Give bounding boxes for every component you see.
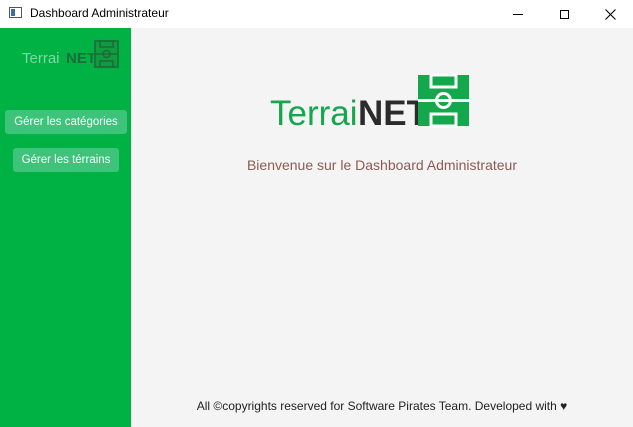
- sidebar-item-terrains[interactable]: Gérer les térrains: [13, 148, 119, 172]
- sidebar-logo: Terrai NET: [22, 40, 119, 68]
- maximize-button[interactable]: [541, 0, 587, 28]
- minimize-icon: [513, 13, 523, 15]
- welcome-message: Bienvenue sur le Dashboard Administrateu…: [246, 157, 518, 173]
- minimize-button[interactable]: [495, 0, 541, 28]
- close-button[interactable]: [587, 0, 633, 28]
- logo-part2: NET: [358, 94, 428, 128]
- logo-part1: Terrai: [270, 94, 358, 128]
- window-title-bar: Dashboard Administrateur: [0, 0, 633, 28]
- close-icon: [604, 8, 616, 20]
- window-title: Dashboard Administrateur: [30, 6, 169, 20]
- maximize-icon: [559, 9, 569, 19]
- app-window-icon: [9, 7, 22, 18]
- footer-copyright: All ©copyrights reserved for Software Pi…: [196, 399, 568, 413]
- sidebar-logo-part2: NET: [66, 50, 96, 67]
- terrainet-logo: Terrai NET: [270, 74, 469, 128]
- sidebar-logo-part1: Terrai: [22, 50, 60, 67]
- football-field-icon: [418, 74, 469, 128]
- sidebar: Terrai NET Gérer les catégories Gérer le…: [0, 28, 131, 427]
- sidebar-item-categories[interactable]: Gérer les catégories: [5, 110, 127, 134]
- football-field-icon: [94, 40, 119, 68]
